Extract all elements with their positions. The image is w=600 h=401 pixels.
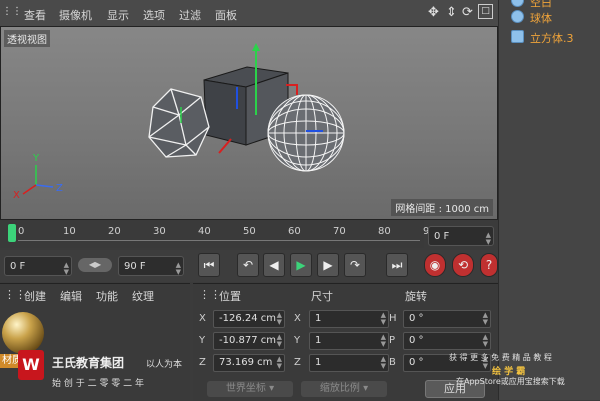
rotate-view-icon[interactable]: ⟳: [462, 5, 473, 20]
sphere-icon: [511, 10, 524, 23]
axis-x-label: X: [13, 190, 20, 201]
frame-range-slider[interactable]: ◀▶: [78, 258, 112, 272]
auto-key-button[interactable]: ⟲: [452, 253, 474, 277]
position-field[interactable]: -10.877 cm ▲ ▼: [213, 332, 285, 350]
size-field[interactable]: 1 ▲ ▼: [309, 310, 389, 328]
material-preview-sphere[interactable]: [2, 312, 44, 354]
record-keys-button[interactable]: ◉: [424, 253, 446, 277]
timeline-tick-label: 30: [153, 226, 166, 237]
axis-y-label: Y: [32, 153, 40, 164]
timeline-tick-label: 0: [18, 226, 25, 237]
timeline-tick-label: 50: [243, 226, 256, 237]
header-rotation: 旋转: [405, 290, 427, 303]
timeline[interactable]: 0102030405060708090: [0, 220, 436, 248]
object-row-cube[interactable]: 立方体.3: [511, 30, 574, 48]
size-axis-label: Y: [294, 335, 301, 346]
header-size: 尺寸: [311, 290, 333, 303]
position-axis-label: Z: [199, 357, 206, 368]
icosahedron-object[interactable]: [148, 88, 210, 158]
watermark-logo: W: [18, 350, 44, 380]
header-position: 位置: [219, 290, 241, 303]
rotation-axis-label: P: [389, 335, 396, 346]
null-icon: [511, 0, 524, 7]
move-view-icon[interactable]: ✥: [428, 5, 439, 20]
position-axis-label: X: [199, 313, 206, 324]
material-menu-create[interactable]: 创建: [24, 288, 46, 304]
grid-spacing-label: 网格间距 : 1000 cm: [391, 199, 493, 216]
timeline-tick-label: 60: [288, 226, 301, 237]
timeline-tick-label: 40: [198, 226, 211, 237]
rotation-axis-label: H: [389, 313, 397, 324]
object-row-sphere[interactable]: 球体: [511, 10, 552, 28]
next-key-button[interactable]: ↷: [344, 253, 366, 277]
material-menu-texture[interactable]: 纹理: [132, 288, 154, 304]
axis-z-label: Z: [56, 183, 63, 194]
size-field[interactable]: 1 ▲ ▼: [309, 332, 389, 350]
world-axis-gizmo: Y Z X: [13, 153, 63, 201]
size-axis-label: Z: [294, 357, 301, 368]
watermark-motto: 以人为本: [146, 360, 183, 370]
rotation-field[interactable]: 0 ° ▲ ▼: [403, 332, 491, 350]
next-frame-button[interactable]: ▶: [317, 253, 339, 277]
scene-canvas[interactable]: Y Z X: [1, 27, 497, 219]
menu-filter[interactable]: 过滤: [179, 7, 201, 23]
timeline-tick-label: 10: [63, 226, 76, 237]
go-to-start-button[interactable]: ⏮: [198, 253, 220, 277]
timeline-ruler: [18, 240, 420, 241]
material-menu-function[interactable]: 功能: [96, 288, 118, 304]
watermark-year: 始 创 于 二 零 零 二 年: [52, 379, 145, 389]
previous-frame-button[interactable]: ◀: [263, 253, 285, 277]
watermark-promo-line1: 获 得 更 多 免 费 精 品 教 程: [449, 353, 552, 362]
go-to-end-button[interactable]: ⏭: [386, 253, 408, 277]
previous-key-button[interactable]: ↶: [237, 253, 259, 277]
panel-grip-icon: ⋮⋮: [199, 288, 221, 301]
material-manager: ⋮⋮ 创建 编辑 功能 纹理 材质 W 王氏教育集团 以人为本 始 创 于 二 …: [0, 283, 190, 401]
panel-grip-icon: ⋮⋮: [4, 288, 26, 301]
object-manager: 空白 球体 立方体.3: [498, 0, 600, 400]
viewport-menu-bar: ⋮⋮ 查看 摄像机 显示 选项 过滤 面板 ✥ ⇕ ⟳ □: [0, 0, 498, 27]
size-axis-label: X: [294, 313, 301, 324]
position-field[interactable]: 73.169 cm ▲ ▼: [213, 354, 285, 372]
start-frame-field[interactable]: 0 F ▲ ▼: [4, 256, 72, 276]
size-field[interactable]: 1 ▲ ▼: [309, 354, 389, 372]
menu-panel[interactable]: 面板: [215, 7, 237, 23]
timeline-tick-label: 80: [378, 226, 391, 237]
rotation-field[interactable]: 0 ° ▲ ▼: [403, 310, 491, 328]
play-button[interactable]: ▶: [290, 253, 312, 277]
menu-view[interactable]: 查看: [24, 7, 46, 23]
watermark-org: 王氏教育集团: [52, 356, 125, 370]
maximize-view-icon[interactable]: □: [478, 4, 493, 19]
timeline-tick-label: 70: [333, 226, 346, 237]
timeline-playhead[interactable]: [8, 224, 16, 242]
rotation-axis-label: B: [389, 357, 396, 368]
transport-bar: 0 F ▲ ▼ ◀▶ 90 F ▲ ▼ ⏮ ↶ ◀ ▶ ▶ ↷ ⏭ ◉ ⟲ ?: [0, 250, 498, 282]
sphere-object[interactable]: [267, 94, 345, 172]
position-field[interactable]: -126.24 cm ▲ ▼: [213, 310, 285, 328]
menu-handle-icon: ⋮⋮: [2, 6, 22, 17]
menu-camera[interactable]: 摄像机: [59, 7, 92, 23]
cube-icon: [511, 30, 524, 43]
dolly-view-icon[interactable]: ⇕: [446, 5, 457, 20]
timeline-tick-label: 20: [108, 226, 121, 237]
menu-display[interactable]: 显示: [107, 7, 129, 23]
keyframe-help-button[interactable]: ?: [480, 253, 498, 277]
position-axis-label: Y: [199, 335, 206, 346]
perspective-viewport[interactable]: 透视视图 Y Z X 网格间距: 1000 cm: [0, 26, 498, 220]
menu-options[interactable]: 选项: [143, 7, 165, 23]
coordinate-manager: ⋮⋮ 位置 尺寸 旋转 X -126.24 cm ▲ ▼ X 1 ▲ ▼ H 0 ° ▲ ▼ Y -10.…: [193, 283, 498, 401]
material-menu-edit[interactable]: 编辑: [60, 288, 82, 304]
scale-mode-dropdown[interactable]: 缩放比例 ▾: [301, 381, 387, 397]
watermark-promo-line2: 在AppStore或应用宝搜索下载: [456, 377, 565, 386]
current-frame-field[interactable]: 0 F ▲ ▼: [428, 226, 494, 246]
end-frame-field[interactable]: 90 F ▲ ▼: [118, 256, 184, 276]
coordinate-mode-dropdown[interactable]: 世界坐标 ▾: [207, 381, 293, 397]
